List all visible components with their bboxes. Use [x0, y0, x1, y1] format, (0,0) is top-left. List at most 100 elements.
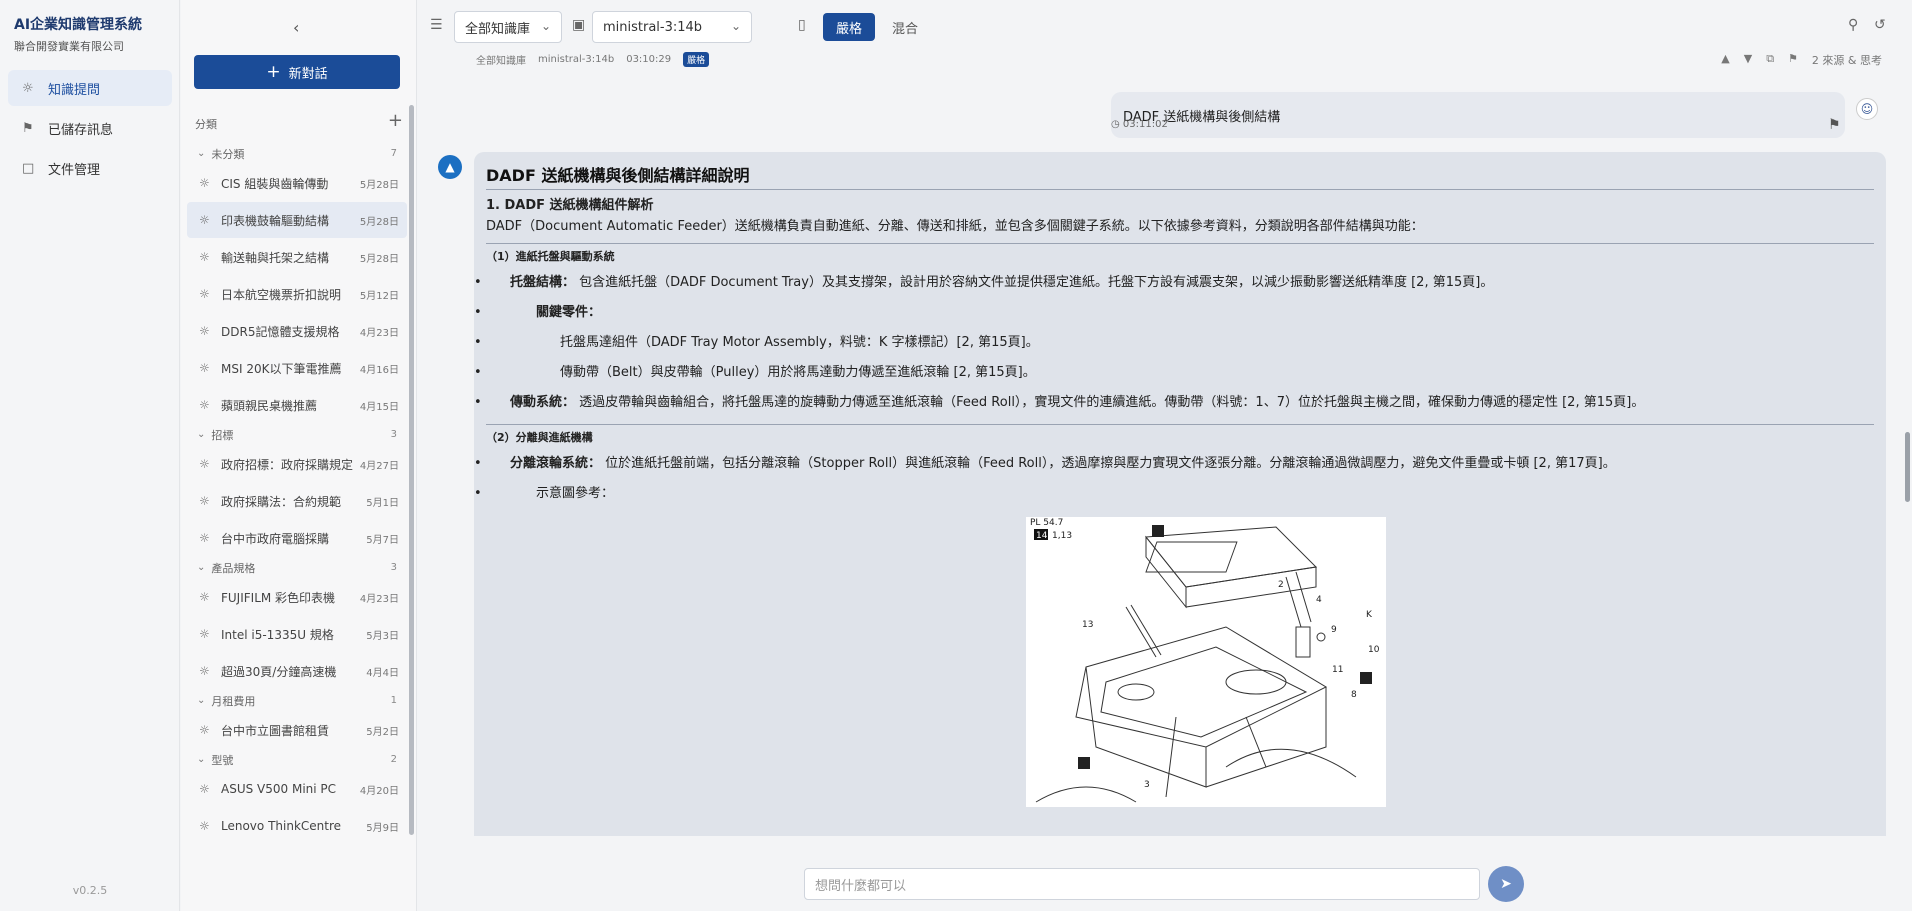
- category-count: 1: [390, 695, 397, 706]
- chat-icon: ☼: [199, 457, 210, 471]
- user-time-text: 03:11:02: [1122, 119, 1168, 130]
- chevron-down-icon: ⌄: [197, 754, 206, 765]
- conversation-item[interactable]: ☼ 輸送軸與托架之結構 5月28日: [187, 239, 407, 275]
- diagram-label: 5: [1081, 760, 1087, 770]
- search-icon[interactable]: ⚲: [1848, 17, 1858, 33]
- conversation-item[interactable]: ☼ MSI 20K以下筆電推薦 4月16日: [187, 350, 407, 386]
- conversation-item[interactable]: ☼ 印表機鼓輪驅動結構 5月28日: [187, 202, 407, 238]
- conversation-item[interactable]: ☼ CIS 組裝與齒輪傳動 5月28日: [187, 165, 407, 201]
- chat-icon: ☼: [199, 287, 210, 301]
- send-icon: ➤: [1500, 876, 1512, 892]
- list-item: 托盤馬達組件（DADF Tray Motor Assembly，料號：K 字樣標…: [474, 328, 1874, 358]
- diagram-label: 9: [1331, 625, 1337, 635]
- history-icon[interactable]: ↺: [1874, 17, 1886, 33]
- conversation-title: 印表機鼓輪驅動結構: [221, 213, 330, 228]
- conversation-item[interactable]: ☼ 日本航空機票折扣說明 5月12日: [187, 276, 407, 312]
- category-name: 月租費用: [211, 694, 256, 708]
- conversation-title: 台中市政府電腦採購: [221, 531, 330, 546]
- app-title: AI企業知識管理系統: [14, 17, 143, 33]
- nav-item-saved[interactable]: ⚑ 已儲存訊息: [8, 110, 172, 146]
- sources-toggle[interactable]: 2 來源 & 思考: [1812, 52, 1882, 68]
- thumbs-up-icon[interactable]: ▲: [1721, 52, 1729, 68]
- conversation-title: 政府招標：政府採購規定: [221, 457, 354, 472]
- chat-scrollbar[interactable]: [1905, 432, 1910, 502]
- list-item-text: 位於進紙托盤前端，包括分離滾輪（Stopper Roll）與進紙滾輪（Feed …: [605, 455, 1616, 471]
- category-group-header[interactable]: ⌄ 未分類 7: [187, 143, 407, 164]
- nav-item-ask[interactable]: ☼ 知識提問: [8, 70, 172, 106]
- thumbs-down-icon[interactable]: ▼: [1744, 52, 1752, 68]
- question-input[interactable]: 想問什麼都可以: [804, 868, 1480, 900]
- bookmark-icon[interactable]: ⚑: [1828, 117, 1841, 133]
- nav-item-documents[interactable]: □ 文件管理: [8, 150, 172, 186]
- category-group-header[interactable]: ⌄ 月租費用 1: [187, 690, 407, 711]
- conversation-item[interactable]: ☼ 政府招標：政府採購規定 4月27日: [187, 446, 407, 482]
- book-icon: ▯: [798, 17, 806, 33]
- model-select-value: ministral-3:14b: [603, 19, 703, 35]
- conversation-item[interactable]: ☼ FUJIFILM 彩色印表機 4月23日: [187, 579, 407, 615]
- chat-icon: ☼: [199, 627, 210, 641]
- conversation-date: 4月23日: [359, 593, 399, 605]
- conversation-item[interactable]: ☼ Lenovo ThinkCentre 5月9日: [187, 808, 407, 844]
- answer-section-heading: 1. DADF 送紙機構組件解析: [486, 198, 654, 213]
- meta-mode-badge: 嚴格: [683, 52, 710, 67]
- category-header: 分類 +: [195, 110, 403, 132]
- chat-icon: ☼: [199, 664, 210, 678]
- category-name: 型號: [211, 753, 234, 767]
- nav-item-label: 知識提問: [48, 82, 101, 98]
- conversation-date: 5月2日: [366, 726, 399, 738]
- category-group-header[interactable]: ⌄ 型號 2: [187, 749, 407, 770]
- chat-icon: ☼: [199, 819, 210, 833]
- chevron-down-icon: ⌄: [197, 429, 206, 440]
- conversation-item[interactable]: ☼ DDR5記憶體支援規格 4月23日: [187, 313, 407, 349]
- conversation-item[interactable]: ☼ 台中市立圖書館租賃 5月2日: [187, 712, 407, 748]
- conversation-date: 5月28日: [359, 179, 399, 191]
- new-conversation-label: 新對話: [288, 66, 328, 82]
- chat-icon: ☼: [199, 590, 210, 604]
- question-input-placeholder: 想問什麼都可以: [815, 878, 907, 894]
- copy-icon[interactable]: ⧉: [1766, 52, 1774, 68]
- category-group-header[interactable]: ⌄ 招標 3: [187, 424, 407, 445]
- nav-item-label: 已儲存訊息: [48, 122, 114, 138]
- list-item-label: 傳動系統：: [510, 394, 576, 410]
- mode-strict-button[interactable]: 嚴格: [823, 13, 875, 41]
- diagram-label: K: [1366, 610, 1373, 620]
- collapse-panel-icon[interactable]: ‹: [293, 18, 299, 37]
- top-toolbar: ☰ 全部知識庫 ⌄ ▣ ministral-3:14b ⌄ ▯ 嚴格 混合 ⚲ …: [418, 0, 1912, 52]
- add-category-icon[interactable]: +: [388, 110, 403, 132]
- conversation-item[interactable]: ☼ ASUS V500 Mini PC 4月20日: [187, 771, 407, 807]
- diagram-label: 2: [1278, 580, 1284, 590]
- model-select[interactable]: ministral-3:14b ⌄: [592, 11, 752, 43]
- conversation-date: 4月20日: [359, 785, 399, 797]
- conversation-item[interactable]: ☼ 台中市政府電腦採購 5月7日: [187, 520, 407, 556]
- new-conversation-button[interactable]: + 新對話: [194, 55, 400, 89]
- send-button[interactable]: ➤: [1488, 866, 1524, 902]
- database-icon: ☰: [430, 17, 443, 33]
- conversation-item[interactable]: ☼ Intel i5-1335U 規格 5月3日: [187, 616, 407, 652]
- conversation-item[interactable]: ☼ 蘋頭親民桌機推薦 4月15日: [187, 387, 407, 423]
- user-message-bubble: DADF 送紙機構與後側結構: [1111, 92, 1845, 138]
- diagram-label: 13: [1082, 620, 1093, 630]
- panel-scrollbar[interactable]: [409, 105, 414, 835]
- document-icon: □: [22, 160, 35, 176]
- chat-icon: ☼: [199, 782, 210, 796]
- mode-mixed-button[interactable]: 混合: [879, 13, 931, 41]
- conversation-item[interactable]: ☼ 超過30頁/分鐘高速機 4月4日: [187, 653, 407, 689]
- bookmark-icon[interactable]: ⚑: [1788, 52, 1798, 68]
- diagram-label: 8: [1351, 690, 1357, 700]
- ai-answer: DADF 送紙機構與後側結構詳細說明 1. DADF 送紙機構組件解析 DADF…: [474, 152, 1886, 836]
- conversation-date: 5月3日: [366, 630, 399, 642]
- conversation-title: DDR5記憶體支援規格: [221, 324, 340, 339]
- chevron-down-icon: ⌄: [197, 148, 206, 159]
- chat-icon: ☼: [199, 361, 210, 375]
- conversation-item[interactable]: ☼ 政府採購法：合約規範 5月1日: [187, 483, 407, 519]
- previous-message-meta: 全部知識庫 ministral-3:14b 03:10:29 嚴格: [476, 52, 721, 67]
- chevron-down-icon: ⌄: [197, 695, 206, 706]
- category-group-header[interactable]: ⌄ 產品規格 3: [187, 557, 407, 578]
- conversation-title: 台中市立圖書館租賃: [221, 723, 330, 738]
- brand: AI企業知識管理系統 聯合開發實業有限公司: [14, 14, 142, 54]
- chat-icon: ☼: [199, 398, 210, 412]
- chat-icon: ☼: [199, 213, 210, 227]
- chat-icon: ☼: [199, 324, 210, 338]
- list-item: 關鍵零件：: [474, 298, 1874, 328]
- kb-select[interactable]: 全部知識庫 ⌄: [454, 11, 562, 43]
